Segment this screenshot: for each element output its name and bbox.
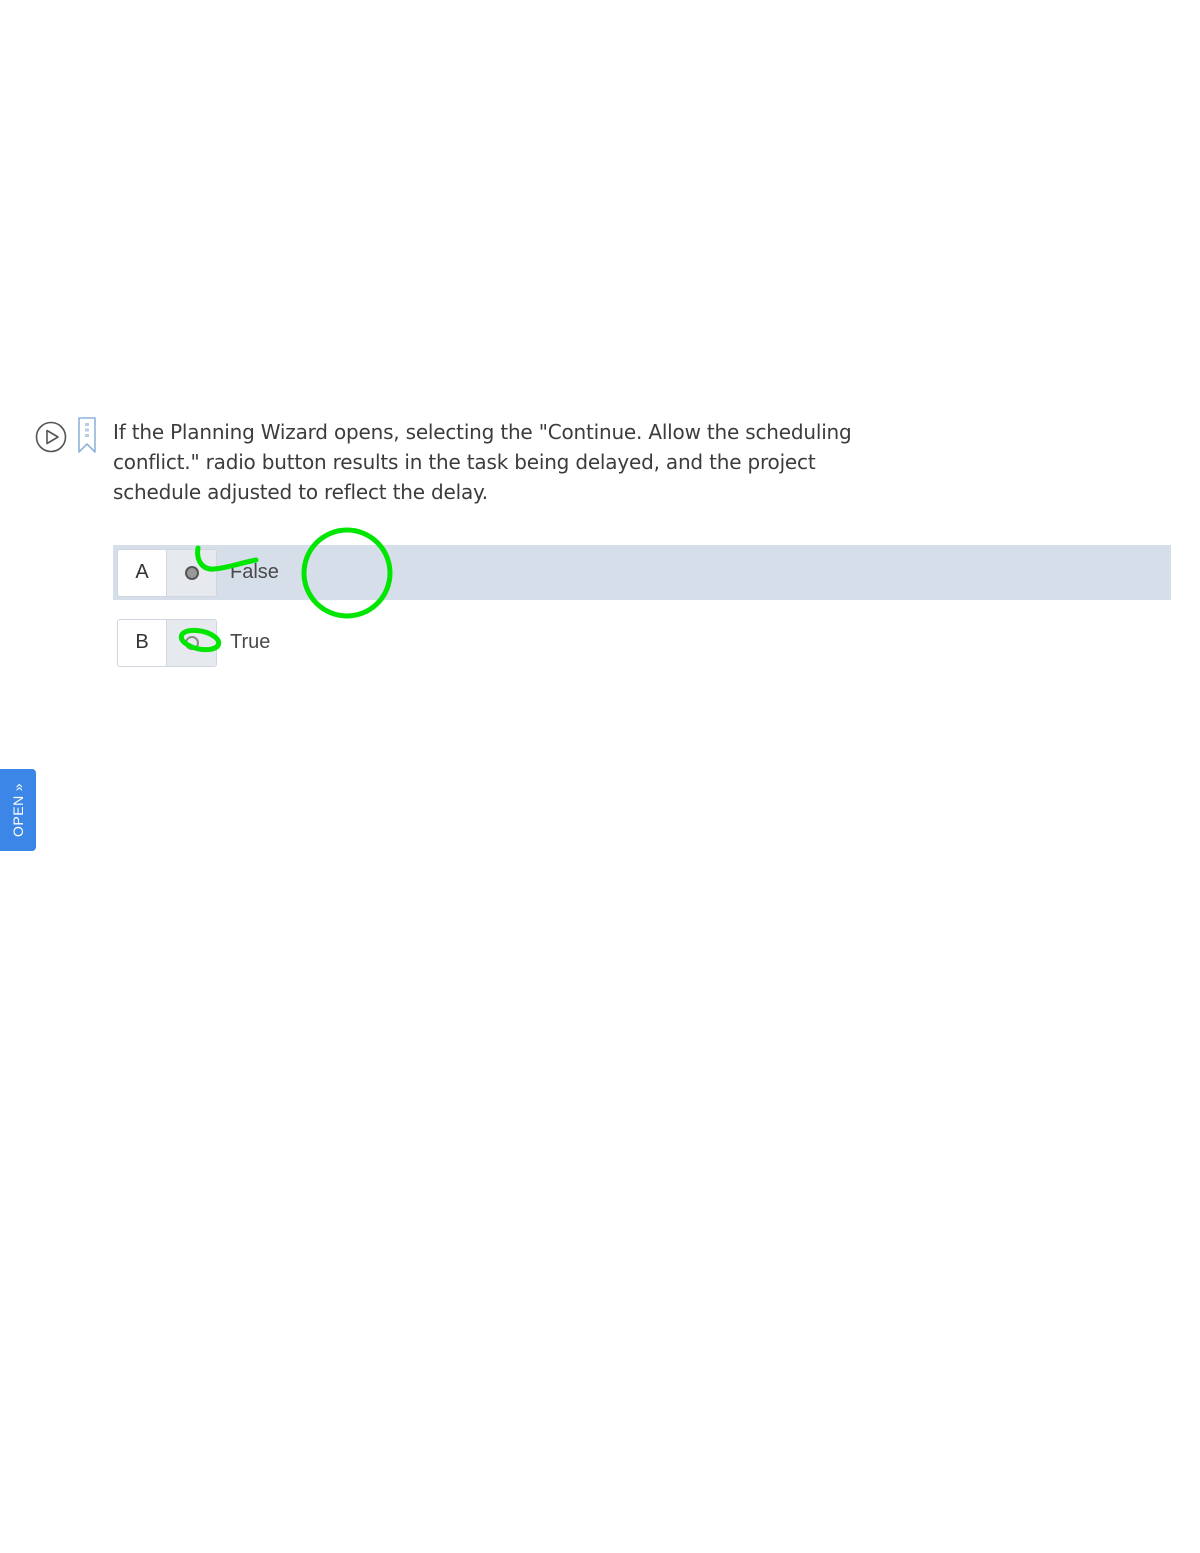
question-tools <box>34 414 104 458</box>
answer-list: A False B True <box>113 545 1171 685</box>
bookmark-icon[interactable] <box>76 416 98 454</box>
open-tab-label: OPEN <box>10 795 26 837</box>
answer-label: True <box>230 631 271 653</box>
radio-cell[interactable] <box>167 549 216 596</box>
answer-letter-box: A <box>117 548 217 597</box>
question-text: If the Planning Wizard opens, selecting … <box>113 420 852 504</box>
answer-option-b[interactable]: B True <box>113 615 1171 670</box>
answer-letter: A <box>118 549 168 596</box>
double-chevron-icon: » <box>10 783 26 792</box>
answer-option-a[interactable]: A False <box>113 545 1171 600</box>
annotation-overlay <box>178 527 393 653</box>
play-circle-icon[interactable] <box>34 420 68 454</box>
answer-letter: B <box>118 619 168 666</box>
page: If the Planning Wizard opens, selecting … <box>0 0 1200 1553</box>
open-side-panel-tab[interactable]: OPEN » <box>0 769 36 851</box>
open-tab-content: OPEN » <box>10 783 26 837</box>
radio-button-selected[interactable] <box>184 565 199 580</box>
answer-letter-box: B <box>117 618 217 667</box>
radio-cell[interactable] <box>167 619 216 666</box>
answer-label: False <box>230 561 279 583</box>
radio-button[interactable] <box>184 635 199 650</box>
